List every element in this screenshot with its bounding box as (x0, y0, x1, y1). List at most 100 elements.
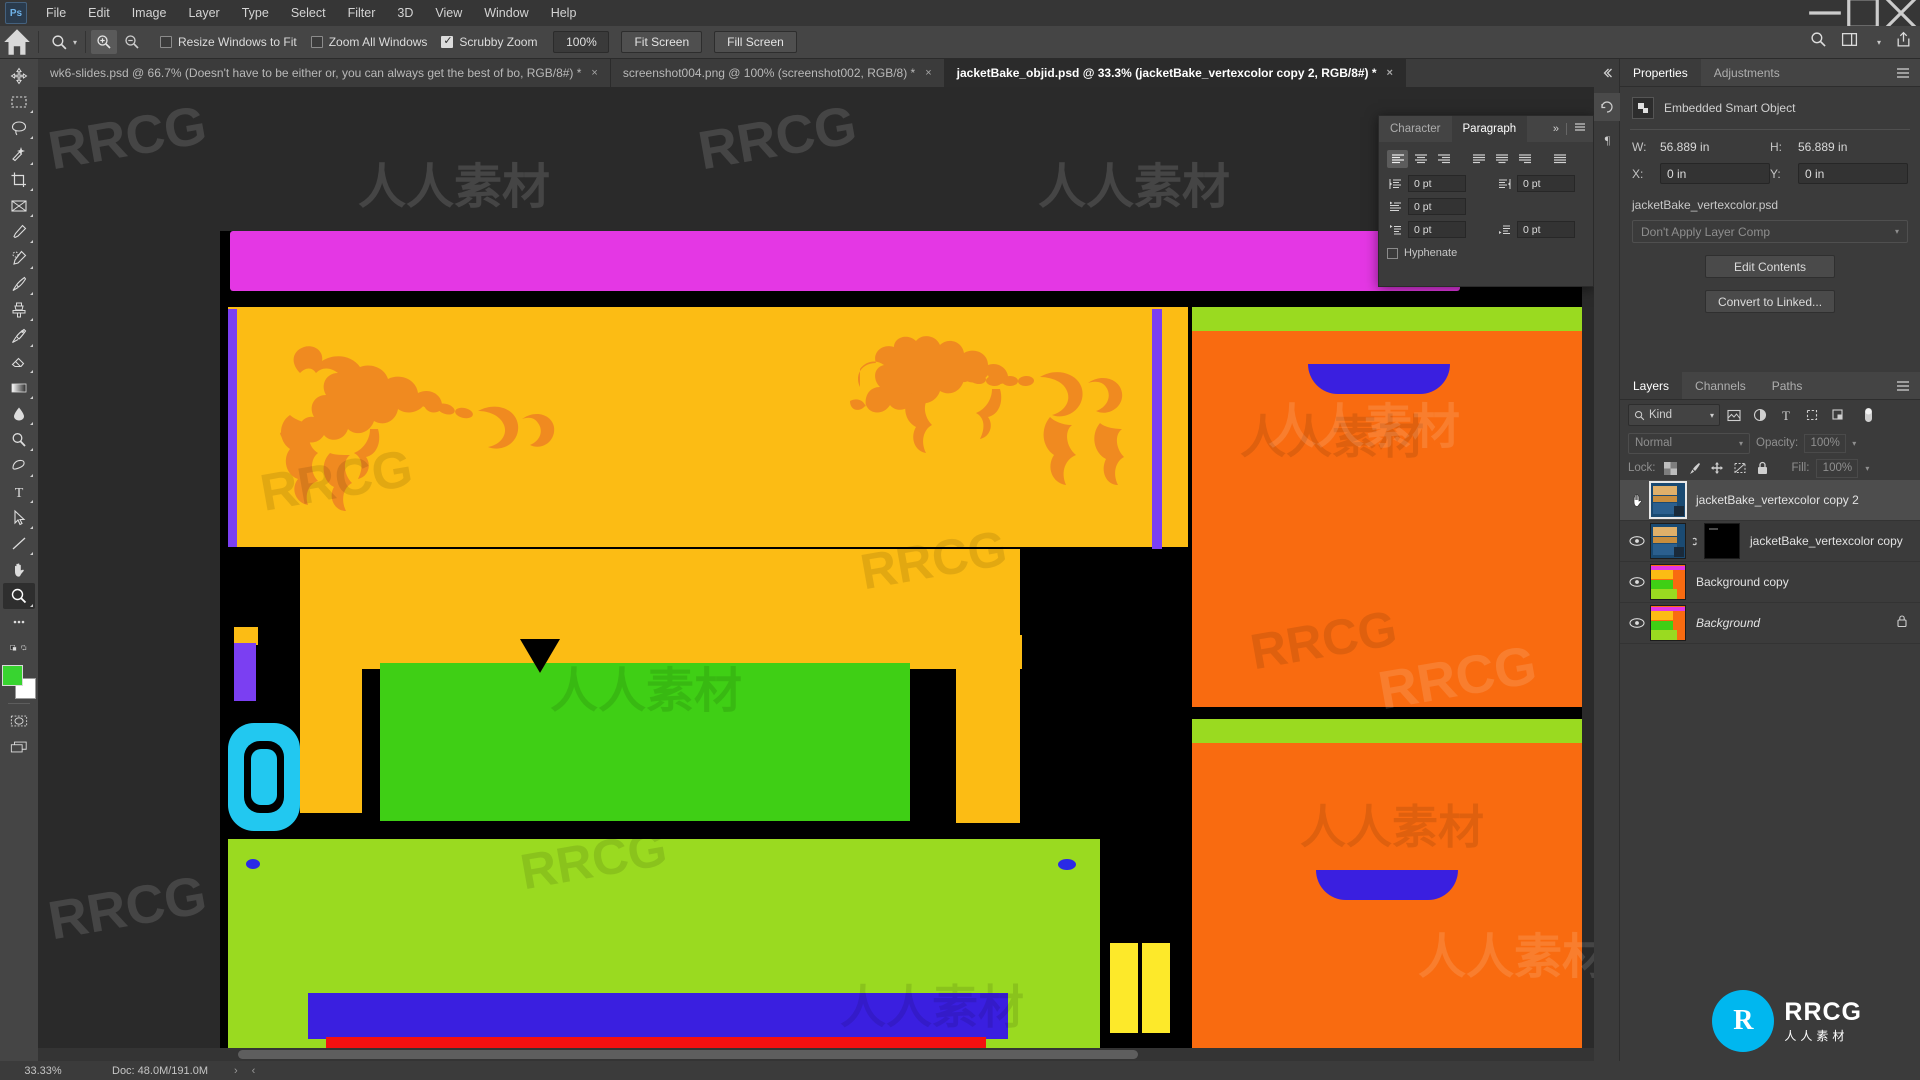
align-center-icon[interactable] (1410, 150, 1431, 168)
fill-value[interactable]: 100% (1816, 458, 1859, 478)
blur-tool[interactable] (3, 401, 35, 427)
menu-file[interactable]: File (35, 1, 77, 25)
type-filter-icon[interactable]: T (1774, 404, 1798, 426)
pixel-filter-icon[interactable] (1722, 404, 1746, 426)
align-right-icon[interactable] (1433, 150, 1454, 168)
layer-comp-select[interactable]: Don't Apply Layer Comp ▾ (1632, 220, 1908, 243)
menu-layer[interactable]: Layer (177, 1, 230, 25)
share-icon[interactable] (1895, 31, 1912, 53)
panel-menu-icon[interactable] (1574, 120, 1586, 138)
indent-first-line-input[interactable]: 0 pt (1408, 198, 1466, 215)
crop-tool[interactable] (3, 167, 35, 193)
brush-tool[interactable] (3, 271, 35, 297)
menu-window[interactable]: Window (473, 1, 539, 25)
minimize-button[interactable] (1806, 0, 1844, 26)
line-tool[interactable] (3, 531, 35, 557)
resize-windows-to-fit-checkbox[interactable]: Resize Windows to Fit (160, 35, 297, 49)
visibility-eye-icon[interactable] (1624, 576, 1650, 588)
chevron-down-icon[interactable]: ▾ (1710, 411, 1714, 420)
layer-thumbnail[interactable] (1650, 564, 1686, 600)
adjustment-filter-icon[interactable] (1748, 404, 1772, 426)
maximize-button[interactable] (1844, 0, 1882, 29)
dodge-tool[interactable] (3, 427, 35, 453)
path-selection-tool[interactable] (3, 505, 35, 531)
clone-stamp-tool[interactable] (3, 297, 35, 323)
status-arrow-right-icon[interactable]: › (234, 1065, 238, 1077)
document-tab-screenshot004[interactable]: screenshot004.png @ 100% (screenshot002,… (610, 59, 945, 87)
lock-artboard-nesting-icon[interactable] (1732, 460, 1748, 476)
status-arrow-left-icon[interactable]: ‹ (252, 1065, 256, 1077)
layer-row-background-copy[interactable]: Background copy (1620, 562, 1920, 603)
fill-screen-button[interactable]: Fill Screen (714, 31, 797, 53)
justify-last-right-icon[interactable] (1514, 150, 1535, 168)
menu-help[interactable]: Help (540, 1, 588, 25)
quick-selection-tool[interactable] (3, 141, 35, 167)
rectangular-marquee-tool[interactable] (3, 89, 35, 115)
scrubby-zoom-checkbox[interactable]: Scrubby Zoom (441, 34, 537, 49)
filter-toggle-icon[interactable] (1856, 404, 1880, 426)
menu-3d[interactable]: 3D (386, 1, 424, 25)
visibility-eye-icon[interactable] (1624, 617, 1650, 629)
chevron-down-icon[interactable]: ▾ (73, 38, 77, 47)
chevron-down-icon[interactable]: ▾ (1895, 227, 1899, 236)
more-tools-button[interactable] (3, 609, 35, 635)
history-icon[interactable] (1594, 93, 1620, 121)
document-tab-jacketbake-objid[interactable]: jacketBake_objid.psd @ 33.3% (jacketBake… (944, 59, 1406, 87)
close-icon[interactable]: × (1387, 67, 1393, 79)
default-colors-and-swap-icon[interactable] (3, 635, 35, 661)
space-after-paragraph-input[interactable]: 0 pt (1517, 221, 1575, 238)
tab-paragraph[interactable]: Paragraph (1451, 116, 1528, 142)
layer-name[interactable]: jacketBake_vertexcolor copy 2 (1696, 493, 1859, 507)
zoom-percent-field[interactable]: 100% (553, 31, 610, 53)
justify-last-left-icon[interactable] (1468, 150, 1489, 168)
convert-to-linked-button[interactable]: Convert to Linked... (1705, 290, 1835, 313)
tab-paths[interactable]: Paths (1759, 372, 1816, 399)
lasso-tool[interactable] (3, 115, 35, 141)
frame-tool[interactable] (3, 193, 35, 219)
space-before-paragraph-input[interactable]: 0 pt (1408, 221, 1466, 238)
tab-character[interactable]: Character (1379, 116, 1452, 142)
x-input[interactable]: 0 in (1660, 163, 1770, 184)
active-tool-zoom-icon[interactable]: ▾ (43, 34, 81, 51)
collapse-panels-icon[interactable] (1594, 59, 1620, 87)
zoom-out-button[interactable] (119, 30, 145, 54)
y-input[interactable]: 0 in (1798, 163, 1908, 184)
status-zoom-level[interactable]: 33.33% (0, 1065, 86, 1077)
justify-all-icon[interactable] (1549, 150, 1570, 168)
visibility-eye-icon[interactable] (1624, 535, 1650, 547)
menu-edit[interactable]: Edit (77, 1, 121, 25)
link-mask-icon[interactable] (1686, 535, 1702, 548)
layer-row-background[interactable]: Background (1620, 603, 1920, 644)
quick-mask-mode-icon[interactable] (3, 708, 35, 734)
lock-all-icon[interactable] (1755, 460, 1771, 476)
paragraph-marks-icon[interactable]: ¶ (1594, 125, 1620, 153)
layer-thumbnail[interactable] (1650, 605, 1686, 641)
menu-view[interactable]: View (424, 1, 473, 25)
double-chevron-icon[interactable]: » (1553, 123, 1559, 135)
chevron-down-icon[interactable]: ▾ (1865, 464, 1869, 473)
screen-mode-icon[interactable] (3, 734, 35, 760)
tab-properties[interactable]: Properties (1620, 59, 1701, 86)
indent-left-margin-input[interactable]: 0 pt (1408, 175, 1466, 192)
horizontal-type-tool[interactable]: T (3, 479, 35, 505)
shape-filter-icon[interactable] (1800, 404, 1824, 426)
justify-last-center-icon[interactable] (1491, 150, 1512, 168)
scrollbar-thumb[interactable] (238, 1050, 1138, 1059)
lock-transparent-pixels-icon[interactable] (1663, 460, 1679, 476)
indent-right-margin-input[interactable]: 0 pt (1517, 175, 1575, 192)
edit-contents-button[interactable]: Edit Contents (1705, 255, 1835, 278)
zoom-in-button[interactable] (91, 30, 118, 54)
eraser-tool[interactable] (3, 349, 35, 375)
layer-name[interactable]: Background copy (1696, 575, 1789, 589)
close-icon[interactable]: × (591, 67, 597, 79)
close-button[interactable] (1882, 0, 1920, 29)
move-tool[interactable] (3, 63, 35, 89)
tab-channels[interactable]: Channels (1682, 372, 1759, 399)
menu-type[interactable]: Type (231, 1, 280, 25)
hand-cursor-icon[interactable] (1624, 492, 1650, 508)
layer-filter-kind-select[interactable]: Kind ▾ (1628, 404, 1720, 426)
document-artwork[interactable]: RRCG 人人素材 RRCG 人人素材 人人素材 RRCG 人人素材 RRCG (220, 231, 1582, 1061)
layer-name[interactable]: jacketBake_vertexcolor copy (1750, 534, 1903, 548)
foreground-color-swatch[interactable] (2, 665, 23, 686)
blend-mode-select[interactable]: Normal ▾ (1628, 432, 1750, 454)
